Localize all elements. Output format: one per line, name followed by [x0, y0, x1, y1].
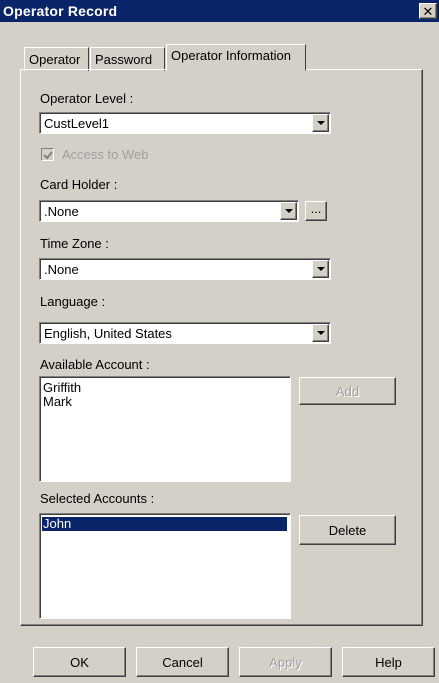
- ok-button-label: OK: [70, 654, 89, 670]
- tab-operator-information-label: Operator Information: [171, 48, 291, 63]
- tab-operator[interactable]: Operator: [24, 47, 89, 71]
- cancel-button[interactable]: Cancel: [136, 647, 229, 677]
- close-button[interactable]: ✕: [419, 3, 437, 19]
- window-title: Operator Record: [3, 3, 118, 19]
- tab-operator-label: Operator: [29, 52, 81, 67]
- apply-button-label: Apply: [269, 654, 302, 670]
- tab-operator-information[interactable]: Operator Information: [166, 44, 306, 71]
- help-button-label: Help: [375, 654, 402, 670]
- title-bar: Operator Record ✕: [0, 0, 439, 22]
- tab-panel: [20, 69, 423, 626]
- apply-button[interactable]: Apply: [239, 647, 332, 677]
- cancel-button-label: Cancel: [162, 654, 203, 670]
- tab-password[interactable]: Password: [90, 47, 165, 71]
- tab-password-label: Password: [95, 52, 153, 67]
- help-button[interactable]: Help: [342, 647, 435, 677]
- close-icon: ✕: [422, 3, 434, 19]
- ok-button[interactable]: OK: [33, 647, 126, 677]
